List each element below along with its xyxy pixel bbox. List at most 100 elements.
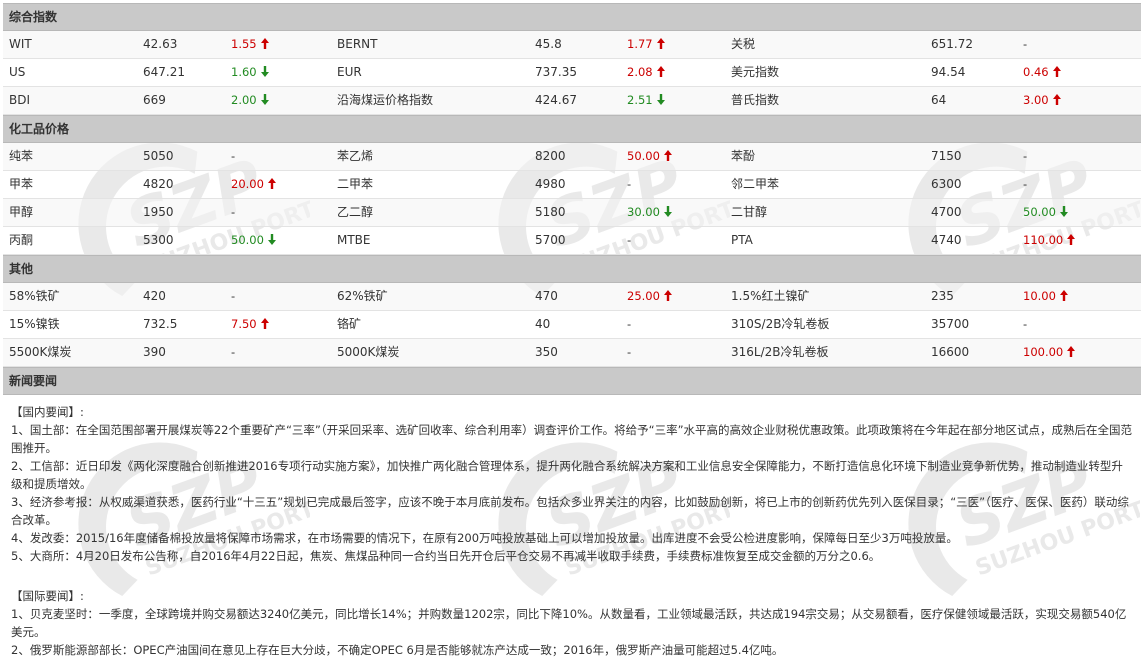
item-price: 16600 bbox=[931, 345, 970, 359]
table-row: US 647.21 1.60 EUR 737.35 2.08 美元指数 94.54 0.46 bbox=[3, 59, 1141, 87]
item-name: 乙二醇 bbox=[337, 205, 374, 219]
item-price: 4740 bbox=[931, 233, 962, 247]
item-change-value: - bbox=[627, 317, 632, 331]
arrow-up-icon bbox=[663, 150, 672, 161]
item-change: 50.00 bbox=[231, 227, 276, 254]
item-name: 1.5%红土镍矿 bbox=[731, 289, 810, 303]
item-change-value: - bbox=[1023, 177, 1028, 191]
item-name: 甲苯 bbox=[9, 177, 34, 191]
item-name: 铬矿 bbox=[337, 317, 362, 331]
item-change-value: 20.00 bbox=[231, 177, 264, 191]
news-item: 2、俄罗斯能源部部长：OPEC产油国间在意见上存在巨大分歧，不确定OPEC 6月… bbox=[11, 643, 784, 657]
item-price: 235 bbox=[931, 289, 954, 303]
item-change: - bbox=[627, 339, 631, 366]
arrow-down-icon bbox=[260, 94, 269, 105]
item-change-value: 0.46 bbox=[1023, 65, 1049, 79]
item-change: 2.00 bbox=[231, 87, 269, 114]
item-name: BDI bbox=[9, 93, 31, 107]
item-change-value: 1.55 bbox=[231, 37, 257, 51]
arrow-up-icon bbox=[260, 318, 269, 329]
item-name: BERNT bbox=[337, 37, 378, 51]
intl-news-heading: 【国际要闻】: bbox=[11, 589, 84, 603]
item-name: 苯乙烯 bbox=[337, 149, 374, 163]
item-price: 5300 bbox=[143, 233, 174, 247]
item-change-value: - bbox=[627, 177, 632, 191]
item-change: - bbox=[627, 311, 631, 338]
arrow-down-icon bbox=[663, 206, 672, 217]
section-header-chemical: 化工品价格 bbox=[3, 115, 1141, 143]
item-name: 二甘醇 bbox=[731, 205, 768, 219]
item-price: 647.21 bbox=[143, 65, 185, 79]
item-name: 5500K煤炭 bbox=[9, 345, 72, 359]
item-price: 420 bbox=[143, 289, 166, 303]
arrow-up-icon bbox=[267, 178, 276, 189]
item-change: - bbox=[1023, 143, 1027, 170]
news-item: 1、贝克麦坚时：一季度，全球跨境并购交易额达3240亿美元，同比增长14%；并购… bbox=[11, 607, 1127, 639]
item-name: 纯苯 bbox=[9, 149, 34, 163]
intl-news-list: 1、贝克麦坚时：一季度，全球跨境并购交易额达3240亿美元，同比增长14%；并购… bbox=[11, 605, 1133, 659]
item-change: 0.46 bbox=[1023, 59, 1061, 86]
item-price: 7150 bbox=[931, 149, 962, 163]
item-change-value: 50.00 bbox=[627, 149, 660, 163]
item-change: - bbox=[231, 143, 235, 170]
item-name: 316L/2B冷轧卷板 bbox=[731, 345, 829, 359]
chemical-table: 纯苯 5050 - 苯乙烯 8200 50.00 苯酚 7150 - 甲苯 4820 20.00 二甲苯… bbox=[3, 143, 1141, 255]
item-change-value: 7.50 bbox=[231, 317, 257, 331]
section-header-news: 新闻要闻 bbox=[3, 367, 1141, 395]
item-price: 737.35 bbox=[535, 65, 577, 79]
item-name: 5000K煤炭 bbox=[337, 345, 400, 359]
arrow-up-icon bbox=[663, 290, 672, 301]
item-change-value: 110.00 bbox=[1023, 233, 1064, 247]
item-name: 美元指数 bbox=[731, 65, 780, 79]
item-price: 390 bbox=[143, 345, 166, 359]
item-change: 3.00 bbox=[1023, 87, 1061, 114]
item-name: 邻二甲苯 bbox=[731, 177, 780, 191]
item-change: - bbox=[231, 199, 235, 226]
item-change-value: 2.00 bbox=[231, 93, 257, 107]
item-name: MTBE bbox=[337, 233, 371, 247]
item-change: - bbox=[231, 283, 235, 310]
item-change: 1.77 bbox=[627, 31, 665, 58]
item-name: 58%铁矿 bbox=[9, 289, 60, 303]
item-change-value: 50.00 bbox=[231, 233, 264, 247]
item-change: 10.00 bbox=[1023, 283, 1068, 310]
news-item: 1、国土部：在全国范围部署开展煤炭等22个重要矿产“三率”（开采回采率、选矿回收… bbox=[11, 423, 1133, 455]
item-change-value: 3.00 bbox=[1023, 93, 1049, 107]
item-change-value: 1.77 bbox=[627, 37, 653, 51]
item-change: 30.00 bbox=[627, 199, 672, 226]
item-change-value: 100.00 bbox=[1023, 345, 1064, 359]
news-item: 4、发改委：2015/16年度储备棉投放量将保障市场需求，在市场需要的情况下，在… bbox=[11, 531, 958, 545]
item-change: 2.08 bbox=[627, 59, 665, 86]
item-price: 5050 bbox=[143, 149, 174, 163]
table-row: 58%铁矿 420 - 62%铁矿 470 25.00 1.5%红土镍矿 235 10.00 bbox=[3, 283, 1141, 311]
arrow-up-icon bbox=[1059, 290, 1068, 301]
item-name: 苯酚 bbox=[731, 149, 756, 163]
item-change: - bbox=[231, 339, 235, 366]
item-name: 丙酮 bbox=[9, 233, 34, 247]
item-change: 50.00 bbox=[1023, 199, 1068, 226]
item-name: EUR bbox=[337, 65, 362, 79]
item-name: 二甲苯 bbox=[337, 177, 374, 191]
news-item: 3、经济参考报：从权威渠道获悉，医药行业“十三五”规划已完成最后签字，应该不晚于… bbox=[11, 495, 1129, 527]
arrow-down-icon bbox=[1059, 206, 1068, 217]
news-item: 5、大商所：4月20日发布公告称，自2016年4月22日起，焦炭、焦煤品种同一合… bbox=[11, 549, 881, 563]
item-price: 4980 bbox=[535, 177, 566, 191]
item-name: 310S/2B冷轧卷板 bbox=[731, 317, 830, 331]
arrow-down-icon bbox=[656, 94, 665, 105]
domestic-news-list: 1、国土部：在全国范围部署开展煤炭等22个重要矿产“三率”（开采回采率、选矿回收… bbox=[11, 421, 1133, 565]
item-price: 669 bbox=[143, 93, 166, 107]
item-change-value: - bbox=[1023, 149, 1028, 163]
item-change: - bbox=[1023, 311, 1027, 338]
item-change-value: - bbox=[627, 233, 632, 247]
item-change: - bbox=[627, 171, 631, 198]
item-change-value: 50.00 bbox=[1023, 205, 1056, 219]
news-body: 【国内要闻】: 1、国土部：在全国范围部署开展煤炭等22个重要矿产“三率”（开采… bbox=[3, 395, 1141, 659]
item-name: 甲醇 bbox=[9, 205, 34, 219]
table-row: BDI 669 2.00 沿海煤运价格指数 424.67 2.51 普氏指数 64 3.00 bbox=[3, 87, 1141, 115]
item-change: 7.50 bbox=[231, 311, 269, 338]
arrow-up-icon bbox=[656, 38, 665, 49]
item-price: 5700 bbox=[535, 233, 566, 247]
item-change-value: 2.51 bbox=[627, 93, 653, 107]
item-name: 15%镍铁 bbox=[9, 317, 60, 331]
item-price: 6300 bbox=[931, 177, 962, 191]
